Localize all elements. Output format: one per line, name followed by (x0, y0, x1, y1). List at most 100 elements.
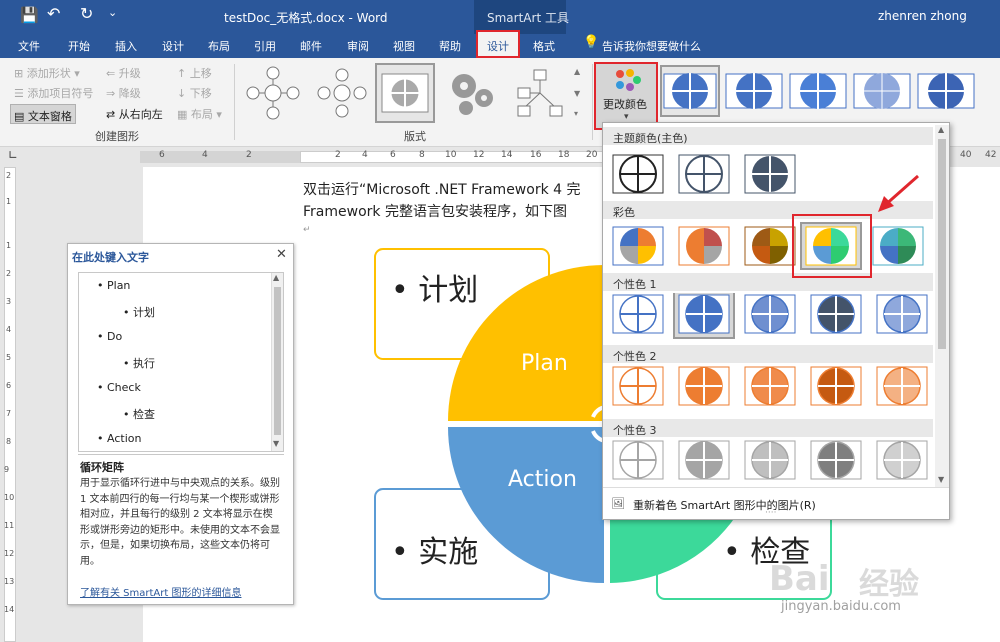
layout-description: 循环矩阵 用于显示循环行进中与中央观点的关系。级别 1 文本前四行的每一行均与某… (78, 454, 284, 599)
tab-home[interactable]: 开始 (68, 38, 90, 54)
color-accent-3-2[interactable] (678, 440, 730, 480)
tab-references[interactable]: 引用 (254, 38, 276, 54)
style-thumb-2[interactable] (725, 73, 783, 109)
save-icon[interactable]: 💾 (20, 6, 39, 24)
text-pane-button[interactable]: ▤ 文本窗格 (10, 104, 76, 124)
box-do-text: • 实施 (391, 535, 479, 570)
gallery-scroll[interactable]: ▲ ▼ ▾ (574, 67, 581, 118)
demote-button[interactable]: ⇒ 降级 (106, 85, 141, 101)
style-thumb-3[interactable] (789, 73, 847, 109)
move-down-button[interactable]: ↓ 下移 (177, 85, 212, 101)
color-accent-2-2[interactable] (678, 366, 730, 406)
color-colorful-1[interactable] (612, 226, 664, 266)
tab-layout[interactable]: 布局 (208, 38, 230, 54)
style-thumb-5[interactable] (917, 73, 975, 109)
style-thumb-1[interactable] (660, 65, 720, 117)
color-accent-1-3[interactable] (744, 294, 796, 334)
color-colorful-5[interactable] (872, 226, 924, 266)
dropdown-scrollbar[interactable]: ▲ ▼ (935, 125, 949, 487)
text-item-plan[interactable]: • Plan (97, 279, 130, 292)
redo-icon[interactable]: ↻ (80, 4, 93, 23)
watermark-brand: Bai (769, 559, 830, 599)
text-item-check-sub[interactable]: • 检查 (123, 406, 155, 422)
picture-icon: 🖼 (611, 497, 625, 510)
tab-review[interactable]: 审阅 (347, 38, 369, 54)
doc-text-line-1: 双击运行“Microsoft .NET Framework 4 完 (303, 182, 581, 198)
color-accent-3-5[interactable] (876, 440, 928, 480)
layout-gear[interactable] (452, 74, 493, 115)
tab-help[interactable]: 帮助 (439, 38, 461, 54)
move-up-button[interactable]: ↑ 上移 (177, 65, 212, 81)
smartart-styles-gallery (660, 65, 975, 117)
resize-grip[interactable]: ···· (765, 508, 776, 518)
segment-action-label: Action (508, 467, 577, 492)
color-accent-2-1[interactable] (612, 366, 664, 406)
color-colorful-2[interactable] (678, 226, 730, 266)
text-item-do-sub[interactable]: • 执行 (123, 355, 155, 371)
contextual-tab-header: SmartArt 工具 (474, 0, 569, 34)
text-item-do[interactable]: • Do (97, 330, 122, 343)
change-colors-button[interactable]: 更改颜色 ▾ (594, 62, 658, 130)
tab-design[interactable]: 设计 (162, 38, 184, 54)
smartart-tools-label: SmartArt 工具 (487, 11, 569, 25)
color-accent-1-1[interactable] (612, 294, 664, 334)
text-pane-editor[interactable]: ▲ ▼ • Plan • 计划 • Do • 执行 • Check • 检查 •… (78, 272, 284, 452)
text-item-plan-sub[interactable]: • 计划 (123, 304, 155, 320)
color-accent-3-4[interactable] (810, 440, 862, 480)
vertical-ruler[interactable]: 2 1 1 2 3 4 5 6 7 8 9 10 11 12 13 14 (0, 167, 20, 642)
color-theme-filled[interactable] (744, 154, 796, 194)
text-pane-title: 在此处键入文字 (72, 251, 149, 264)
add-bullet-button[interactable]: ☰ 添加项目符号 (14, 85, 93, 101)
color-accent-1-4[interactable] (810, 294, 862, 334)
color-accent-2-5[interactable] (876, 366, 928, 406)
layout-button[interactable]: ▦ 布局 ▾ (177, 106, 222, 122)
layout-radial-cycle[interactable] (246, 66, 300, 120)
color-accent-1-5[interactable] (876, 294, 928, 334)
user-name[interactable]: zhenren zhong (878, 9, 967, 23)
tab-insert[interactable]: 插入 (115, 38, 137, 54)
text-item-check[interactable]: • Check (97, 381, 141, 394)
paragraph-mark: ↵ (303, 225, 311, 235)
rtl-button[interactable]: ⇄ 从右向左 (106, 106, 163, 122)
layout-gallery: ▲ ▼ ▾ (246, 63, 581, 123)
close-icon[interactable]: ✕ (276, 247, 287, 262)
color-accent-1-2[interactable] (673, 293, 735, 339)
tab-format[interactable]: 格式 (533, 38, 555, 54)
document-title: testDoc_无格式.docx - Word (224, 11, 388, 25)
tab-file[interactable]: 文件 (18, 38, 40, 54)
accent-color-rows (612, 293, 928, 480)
recolor-pictures-option[interactable]: 🖼 重新着色 SmartArt 图形中的图片(R) ···· (603, 487, 949, 519)
color-accent-3-1[interactable] (612, 440, 664, 480)
doc-text-line-2: Framework 完整语言包安装程序，如下图 (303, 204, 567, 220)
text-pane-scrollbar[interactable]: ▲ ▼ (271, 273, 283, 451)
ribbon-tabs: 文件 开始 插入 设计 布局 引用 邮件 审阅 视图 帮助 设计 格式 💡 告诉… (0, 30, 1000, 58)
customize-qat-icon[interactable]: ⌄ (108, 6, 117, 19)
layout-basic-cycle[interactable] (317, 68, 367, 118)
color-accent-2-3[interactable] (744, 366, 796, 406)
svg-text:▾: ▾ (574, 109, 578, 118)
undo-icon[interactable]: ↶ (47, 4, 60, 23)
watermark-url: jingyan.baidu.com (781, 599, 901, 614)
title-bar: 💾 ↶ ↻ ⌄ testDoc_无格式.docx - Word SmartArt… (0, 0, 1000, 34)
smartart-text-pane: 在此处键入文字 ✕ ▲ ▼ • Plan • 计划 • Do • 执行 • Ch… (67, 243, 294, 605)
color-colorful-3[interactable] (744, 226, 796, 266)
tab-mailings[interactable]: 邮件 (300, 38, 322, 54)
lightbulb-icon: 💡 (583, 35, 600, 50)
color-theme-outline[interactable] (678, 154, 730, 194)
tab-view[interactable]: 视图 (393, 38, 415, 54)
text-item-action[interactable]: • Action (97, 432, 141, 445)
color-colorful-4-selected[interactable] (800, 222, 862, 270)
style-thumb-4[interactable] (853, 73, 911, 109)
palette-icon (616, 69, 641, 91)
watermark-brand2: 经验 (859, 567, 919, 602)
promote-button[interactable]: ⇐ 升级 (106, 65, 141, 81)
color-theme-dark[interactable] (612, 154, 664, 194)
learn-more-link[interactable]: 了解有关 SmartArt 图形的详细信息 (80, 584, 241, 599)
color-accent-3-3[interactable] (744, 440, 796, 480)
add-shape-button[interactable]: ⊞ 添加形状 ▾ (14, 65, 80, 81)
tell-me-search[interactable]: 告诉我你想要做什么 (602, 38, 701, 54)
layout-hierarchy[interactable] (517, 69, 563, 117)
color-accent-2-4[interactable] (810, 366, 862, 406)
tab-smartart-design[interactable]: 设计 (476, 30, 520, 58)
tab-stop-icon[interactable]: ∟ (8, 148, 18, 162)
